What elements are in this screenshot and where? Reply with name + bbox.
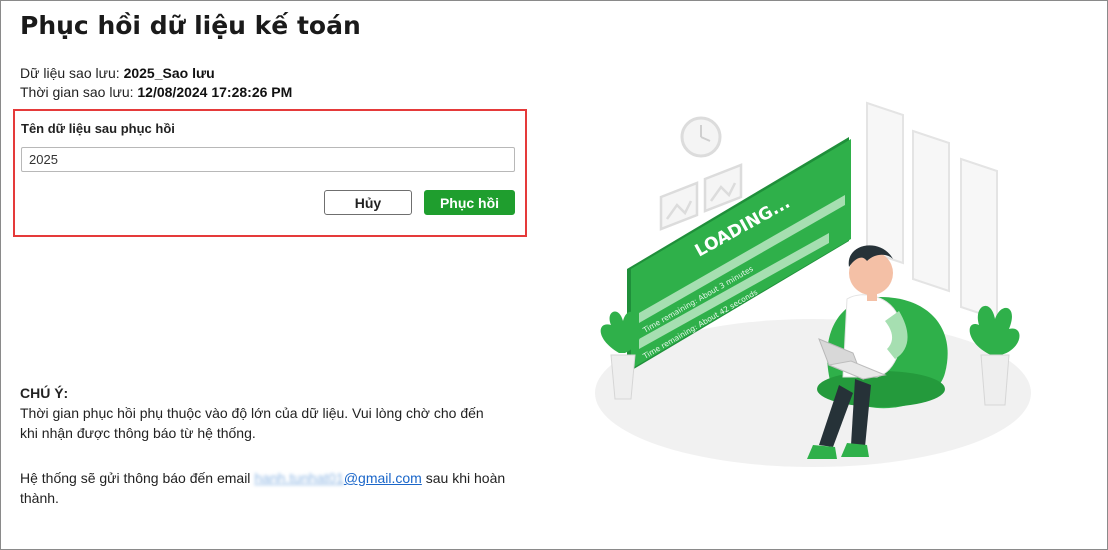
email-prefix: Hệ thống sẽ gửi thông báo đến email <box>20 470 255 486</box>
restore-dialog: Phục hồi dữ liệu kế toán Dữ liệu sao lưu… <box>0 0 1108 550</box>
restore-button[interactable]: Phục hồi <box>424 190 515 215</box>
restored-name-input[interactable] <box>21 147 515 172</box>
note-title: CHÚ Ý: <box>20 385 69 401</box>
note-body: Thời gian phục hồi phụ thuộc vào độ lớn … <box>20 405 484 441</box>
restored-name-label: Tên dữ liệu sau phục hồi <box>21 121 175 136</box>
backup-time-value: 12/08/2024 17:28:26 PM <box>137 84 293 100</box>
note-email: Hệ thống sẽ gửi thông báo đến email hanh… <box>20 468 520 508</box>
loading-illustration: LOADING... Time remaining: About 3 minut… <box>595 101 1031 467</box>
page-title: Phục hồi dữ liệu kế toán <box>20 11 361 40</box>
clock-icon <box>680 116 722 158</box>
email-domain-link[interactable]: @gmail.com <box>344 470 422 486</box>
email-masked-link[interactable]: hanh.tunhat01 <box>254 470 344 486</box>
backup-time-info: Thời gian sao lưu: 12/08/2024 17:28:26 P… <box>20 84 292 100</box>
cancel-button[interactable]: Hủy <box>324 190 412 215</box>
backup-time-label: Thời gian sao lưu: <box>20 84 138 100</box>
backup-data-value: 2025_Sao lưu <box>123 65 215 81</box>
restore-form: Tên dữ liệu sau phục hồi Hủy Phục hồi <box>13 109 527 237</box>
backup-data-info: Dữ liệu sao lưu: 2025_Sao lưu <box>20 65 215 81</box>
backup-data-label: Dữ liệu sao lưu: <box>20 65 124 81</box>
